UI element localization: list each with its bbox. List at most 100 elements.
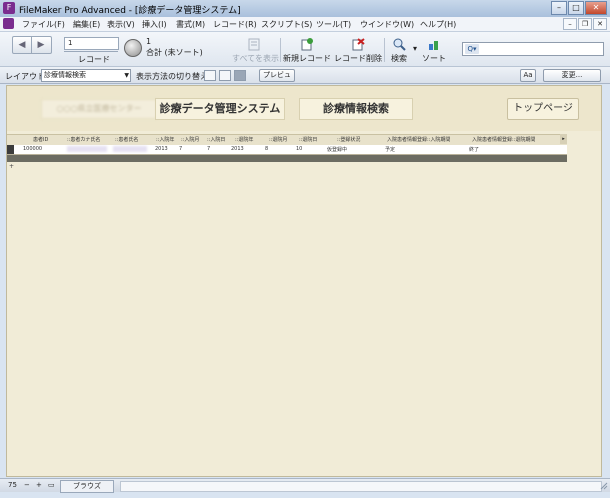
cell-discharge-period[interactable]: 終了 xyxy=(469,146,479,153)
table-footer-bar xyxy=(7,155,567,162)
sort-button[interactable]: ソート xyxy=(420,38,448,64)
column-header[interactable]: 入院患者情報登録::退院期間 xyxy=(472,136,535,143)
found-set-pie-icon[interactable] xyxy=(124,39,142,57)
zoom-out-icon[interactable]: − xyxy=(24,481,30,489)
column-header[interactable]: ::退院月 xyxy=(269,136,287,143)
layout-bar: レイアウト: 診療情報検索 ▼ 表示方法の切り替え: プレビュー Aa 変更..… xyxy=(0,67,610,90)
toolbar-separator xyxy=(280,38,281,62)
find-button[interactable]: 検索 xyxy=(386,38,412,64)
doc-close-icon[interactable]: ✕ xyxy=(593,18,607,30)
new-record-icon xyxy=(301,38,313,51)
cell-patient-id[interactable]: 100000 xyxy=(23,146,42,152)
doc-restore-icon[interactable]: ❐ xyxy=(578,18,592,30)
magnifier-icon xyxy=(393,38,406,51)
view-list-button[interactable] xyxy=(219,70,231,81)
edit-layout-button[interactable]: 変更... xyxy=(543,69,601,82)
active-record-indicator xyxy=(7,145,14,154)
zoom-level[interactable]: 75 xyxy=(8,481,17,489)
format-bar-button[interactable]: Aa xyxy=(520,69,536,82)
cell-patient-kana[interactable] xyxy=(67,146,107,152)
column-header[interactable]: 入院患者情報登録::入院期間 xyxy=(387,136,450,143)
menu-tools[interactable]: ツール(T) xyxy=(316,19,351,30)
menu-window[interactable]: ウインドウ(W) xyxy=(360,19,414,30)
cell-patient-name[interactable] xyxy=(113,146,147,152)
chevron-down-icon: ▼ xyxy=(124,72,129,79)
layout-dropdown[interactable]: 診療情報検索 ▼ xyxy=(41,69,131,82)
cell-registration-status[interactable]: 仮登録中 xyxy=(327,146,347,153)
menu-scripts[interactable]: スクリプト(S) xyxy=(261,19,312,30)
table-row[interactable]: 100000 2013 7 7 2013 8 10 仮登録中 予定 終了 xyxy=(7,145,567,155)
current-record-input[interactable]: 1 xyxy=(64,37,119,50)
minimize-icon[interactable]: – xyxy=(551,1,567,15)
column-header[interactable]: ::入院年 xyxy=(156,136,174,143)
toolbar-separator xyxy=(384,38,385,62)
window-title: FileMaker Pro Advanced - [診療データ管理システム] xyxy=(19,6,241,16)
zoom-in-icon[interactable]: + xyxy=(36,481,42,489)
found-count: 1 xyxy=(146,37,152,46)
screen-title: 診療情報検索 xyxy=(299,98,413,120)
layout-content: ○○○県立医療センター 診療データ管理システム 診療情報検索 トップページ 患者… xyxy=(6,85,602,477)
cell-admit-year[interactable]: 2013 xyxy=(155,146,168,152)
preview-button[interactable]: プレビュー xyxy=(259,69,295,90)
column-header[interactable]: 患者ID xyxy=(33,136,48,143)
maximize-icon[interactable]: □ xyxy=(568,1,584,15)
show-all-icon xyxy=(248,38,260,51)
filemaker-icon: F xyxy=(3,2,15,14)
new-record-row-icon[interactable]: + xyxy=(9,163,14,170)
column-header[interactable]: ::退院日 xyxy=(299,136,317,143)
mode-popup[interactable]: ブラウズ xyxy=(60,480,114,493)
menu-file[interactable]: ファイル(F) xyxy=(22,19,65,30)
menu-edit[interactable]: 編集(E) xyxy=(73,19,100,30)
search-icon: Q▾ xyxy=(465,44,479,54)
delete-record-icon xyxy=(352,38,365,51)
view-table-button[interactable] xyxy=(234,70,246,81)
column-menu-icon[interactable]: ▸ xyxy=(560,134,567,144)
column-header[interactable]: ::退院年 xyxy=(235,136,253,143)
view-form-button[interactable] xyxy=(204,70,216,81)
cell-admission-period[interactable]: 予定 xyxy=(385,146,395,153)
record-label: レコード xyxy=(78,55,110,64)
cell-discharge-day[interactable]: 10 xyxy=(296,146,302,152)
cell-discharge-month[interactable]: 8 xyxy=(265,146,268,152)
new-record-button[interactable]: 新規レコード xyxy=(282,38,332,64)
view-as-label: 表示方法の切り替え: xyxy=(136,72,211,81)
menu-format[interactable]: 書式(M) xyxy=(176,19,205,30)
record-slider[interactable] xyxy=(64,51,118,52)
filemaker-window: F FileMaker Pro Advanced - [診療データ管理システム]… xyxy=(0,0,610,498)
column-header[interactable]: ::患者カナ氏名 xyxy=(67,136,100,143)
record-navigator: ◀ ▶ xyxy=(12,36,52,54)
next-record-button[interactable]: ▶ xyxy=(32,37,50,53)
column-header[interactable]: ::入院日 xyxy=(207,136,225,143)
resize-grip-icon[interactable] xyxy=(600,482,608,490)
previous-record-button[interactable]: ◀ xyxy=(13,37,32,53)
cell-admit-month[interactable]: 7 xyxy=(179,146,182,152)
title-bar: F FileMaker Pro Advanced - [診療データ管理システム]… xyxy=(0,0,610,17)
menu-insert[interactable]: 挿入(I) xyxy=(142,19,167,30)
horizontal-scrollbar[interactable] xyxy=(120,481,602,492)
system-title: 診療データ管理システム xyxy=(155,98,285,120)
menu-view[interactable]: 表示(V) xyxy=(107,19,135,30)
close-icon[interactable]: ✕ xyxy=(585,1,607,15)
document-window-controls: – ❐ ✕ xyxy=(562,18,607,30)
delete-record-button[interactable]: レコード削除 xyxy=(334,38,382,64)
menu-bar: ファイル(F) 編集(E) 表示(V) 挿入(I) 書式(M) レコード(R) … xyxy=(0,17,610,32)
show-all-button[interactable]: すべてを表示 xyxy=(232,38,279,64)
total-count: 合計 (未ソート) xyxy=(146,48,203,57)
top-page-button[interactable]: トップページ xyxy=(507,98,579,120)
column-header[interactable]: ::入院月 xyxy=(181,136,199,143)
menu-records[interactable]: レコード(R) xyxy=(213,19,257,30)
window-controls: – □ ✕ xyxy=(550,1,607,15)
doc-minimize-icon[interactable]: – xyxy=(563,18,577,30)
status-toolbar: ◀ ▶ 1 レコード 1 合計 (未ソート) すべてを表示 新規レコード レコー… xyxy=(0,32,610,67)
column-header[interactable]: ::患者氏名 xyxy=(115,136,138,143)
system-menu-icon[interactable] xyxy=(3,18,14,29)
find-dropdown-icon[interactable]: ▾ xyxy=(412,44,418,53)
sort-icon xyxy=(429,41,438,50)
organization-name: ○○○県立医療センター xyxy=(41,99,157,119)
menu-help[interactable]: ヘルプ(H) xyxy=(420,19,456,30)
cell-admit-day[interactable]: 7 xyxy=(207,146,210,152)
cell-discharge-year[interactable]: 2013 xyxy=(231,146,244,152)
quick-find-input[interactable]: Q▾ xyxy=(462,42,604,56)
toggle-toolbar-icon[interactable]: ▭ xyxy=(48,481,55,489)
column-header[interactable]: ::登録状況 xyxy=(337,136,360,143)
